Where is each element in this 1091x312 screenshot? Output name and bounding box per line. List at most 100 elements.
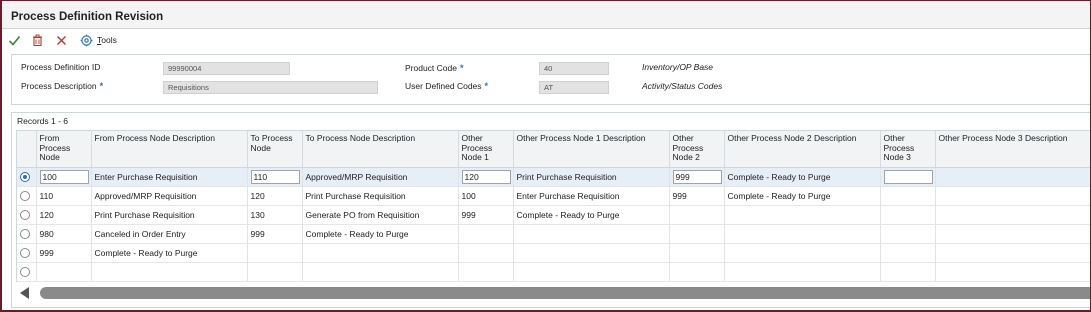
product-code-field[interactable]: 40 [539, 62, 609, 75]
table-cell[interactable] [880, 205, 936, 225]
table-cell[interactable] [36, 262, 92, 282]
table-cell[interactable] [458, 243, 514, 263]
process-description-field[interactable]: Requisitions [163, 81, 378, 94]
table-cell[interactable] [880, 243, 936, 263]
column-header[interactable]: Other Process Node 2 Description [724, 131, 881, 168]
table-cell[interactable]: 999 [247, 224, 303, 244]
radio-icon[interactable] [20, 228, 30, 239]
table-cell[interactable] [247, 262, 303, 282]
table-row[interactable]: 980 Canceled in Order Entry 999 Complete… [17, 224, 1090, 244]
cancel-button[interactable] [55, 32, 68, 48]
horizontal-scrollbar[interactable] [16, 285, 1090, 301]
table-cell[interactable] [669, 224, 725, 244]
radio-icon[interactable] [20, 266, 30, 277]
column-header[interactable]: Other Process Node 1 Description [513, 131, 670, 168]
table-cell[interactable] [247, 243, 303, 263]
table-cell[interactable] [669, 262, 725, 282]
table-row[interactable]: 120 Print Purchase Requisition 130 Gener… [17, 205, 1090, 225]
row-select-radio[interactable] [17, 224, 37, 244]
table-cell[interactable]: 999 [669, 186, 725, 206]
column-header[interactable]: From Process Node Description [91, 131, 248, 168]
scrollbar-thumb[interactable] [40, 287, 1090, 299]
radio-icon[interactable] [20, 190, 30, 201]
table-cell [935, 167, 1090, 187]
table-cell[interactable]: 120 [458, 167, 514, 187]
trash-icon [33, 34, 42, 46]
row-select-radio[interactable] [17, 243, 37, 263]
table-header-row: From Process Node From Process Node Desc… [17, 131, 1090, 168]
column-header[interactable]: Other Process Node 3 [880, 131, 936, 168]
user-defined-codes-description: Activity/Status Codes [642, 81, 723, 91]
table-cell [935, 262, 1090, 282]
table-cell: Complete - Ready to Purge [513, 205, 670, 225]
table-cell [935, 186, 1090, 206]
table-cell[interactable] [458, 262, 514, 282]
ok-button[interactable] [8, 32, 21, 48]
table-cell[interactable] [669, 205, 725, 225]
table-row[interactable] [17, 262, 1090, 282]
delete-button[interactable] [31, 32, 44, 48]
process-definition-id-field[interactable]: 99990004 [163, 62, 290, 75]
table-cell[interactable]: 980 [36, 224, 92, 244]
table-cell[interactable]: 120 [36, 205, 92, 225]
column-header[interactable]: To Process Node Description [302, 131, 459, 168]
radio-icon[interactable] [20, 247, 30, 258]
table-cell[interactable] [880, 167, 936, 187]
column-header[interactable]: Other Process Node 3 Description [935, 131, 1090, 168]
table-cell: Complete - Ready to Purge [724, 186, 881, 206]
scroll-left-icon[interactable] [20, 287, 29, 299]
table-cell [724, 205, 881, 225]
table-cell[interactable]: 999 [458, 205, 514, 225]
table-row[interactable]: 999 Complete - Ready to Purge [17, 243, 1090, 263]
table-row[interactable]: 100 Enter Purchase Requisition 110 Appro… [17, 167, 1090, 187]
column-header-select [17, 131, 37, 168]
table-cell[interactable]: 999 [36, 243, 92, 263]
tools-label: Tools [97, 35, 117, 45]
table-cell[interactable]: 110 [247, 167, 303, 187]
product-code-label: Product Code * [405, 63, 464, 73]
table-cell [935, 224, 1090, 244]
other-node-3-input[interactable] [883, 169, 933, 184]
required-marker: * [99, 81, 104, 91]
user-defined-codes-label: User Defined Codes * [405, 81, 489, 91]
column-header[interactable]: To Process Node [247, 131, 303, 168]
table-cell[interactable]: 110 [36, 186, 92, 206]
radio-selected-icon[interactable] [20, 171, 30, 182]
to-node-input[interactable]: 110 [250, 169, 300, 184]
table-cell[interactable] [880, 186, 936, 206]
process-definition-id-label: Process Definition ID [21, 62, 101, 72]
table-cell [513, 243, 670, 263]
table-cell [724, 262, 881, 282]
user-defined-codes-field[interactable]: AT [539, 81, 609, 94]
column-header[interactable]: Other Process Node 1 [458, 131, 514, 168]
row-select-radio[interactable] [17, 167, 37, 187]
table-cell[interactable] [880, 262, 936, 282]
table-cell[interactable] [880, 224, 936, 244]
tools-menu-button[interactable]: Tools [80, 32, 117, 48]
table-cell[interactable]: 120 [247, 186, 303, 206]
table-cell[interactable]: 100 [36, 167, 92, 187]
app-window: Process Definition Revision Tools Proces… [0, 0, 1091, 312]
other-node-2-input[interactable]: 999 [672, 169, 722, 184]
row-select-radio[interactable] [17, 205, 37, 225]
from-node-input[interactable]: 100 [39, 169, 89, 184]
row-select-radio[interactable] [17, 262, 37, 282]
other-node-1-input[interactable]: 120 [461, 169, 511, 184]
table-cell [513, 262, 670, 282]
column-header[interactable]: From Process Node [36, 131, 92, 168]
table-cell[interactable]: 999 [669, 167, 725, 187]
records-grid: From Process Node From Process Node Desc… [16, 130, 1090, 282]
table-cell[interactable]: 100 [458, 186, 514, 206]
close-icon [57, 35, 66, 45]
table-cell: Generate PO from Requisition [302, 205, 459, 225]
column-header[interactable]: Other Process Node 2 [669, 131, 725, 168]
row-select-radio[interactable] [17, 186, 37, 206]
table-cell[interactable] [669, 243, 725, 263]
required-marker: * [459, 63, 464, 73]
table-row[interactable]: 110 Approved/MRP Requisition 120 Print P… [17, 186, 1090, 206]
table-cell[interactable] [458, 224, 514, 244]
product-code-description: Inventory/OP Base [642, 62, 714, 72]
radio-icon[interactable] [20, 209, 30, 220]
table-cell[interactable]: 130 [247, 205, 303, 225]
gear-icon [80, 34, 93, 46]
